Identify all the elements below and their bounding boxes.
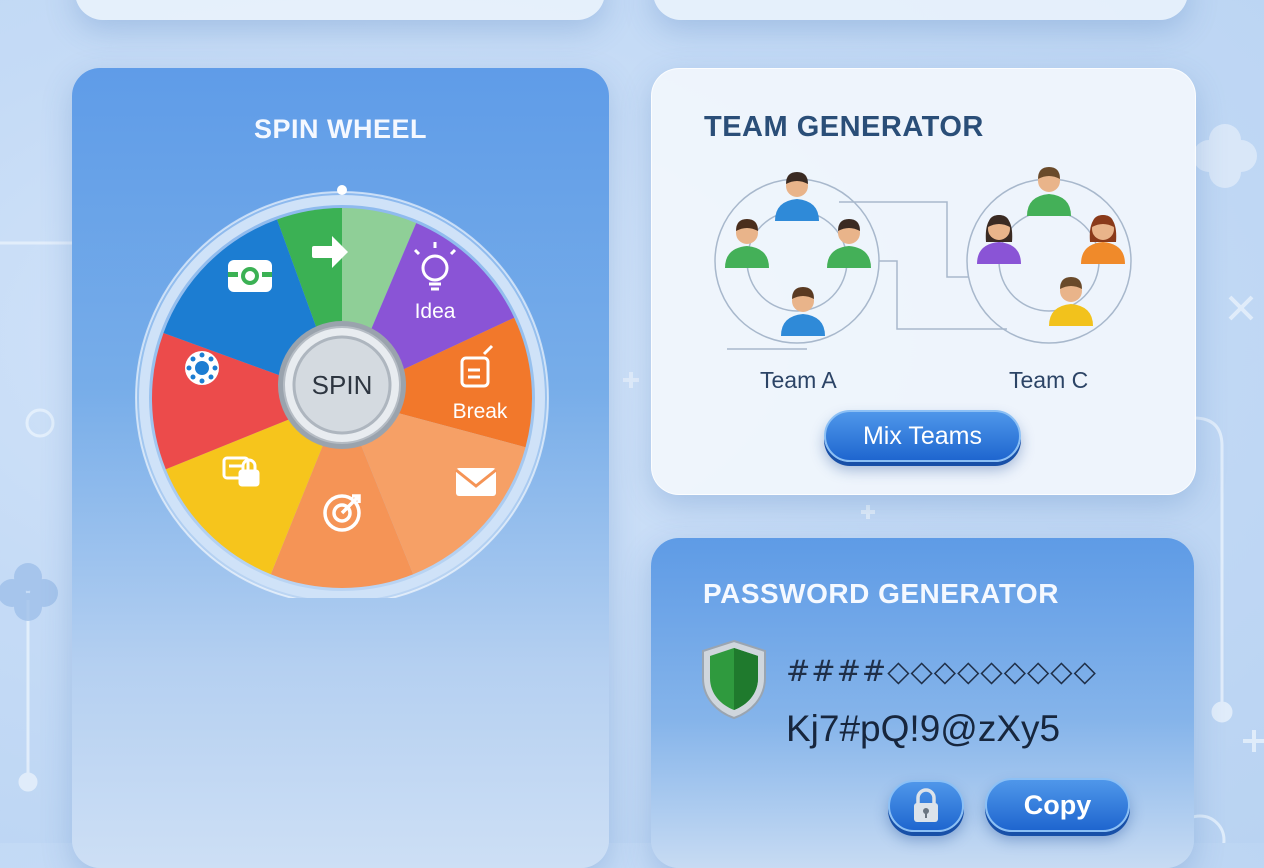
mix-teams-button[interactable]: Mix Teams bbox=[824, 410, 1021, 462]
envelope-icon bbox=[455, 468, 497, 496]
team-generator-card: TEAM GENERATOR Team A Team C Mix Teams bbox=[651, 68, 1196, 495]
person-avatar-icon bbox=[1049, 277, 1093, 326]
team-generator-title: TEAM GENERATOR bbox=[704, 111, 984, 143]
gear-dots-icon bbox=[185, 351, 219, 385]
team-diagram bbox=[714, 167, 1132, 350]
team-a-label: Team A bbox=[760, 367, 837, 393]
shield-icon bbox=[702, 639, 766, 720]
camera-icon bbox=[228, 260, 272, 292]
top-right-card-fragment bbox=[653, 0, 1188, 20]
spin-wheel-title: SPIN WHEEL bbox=[253, 114, 427, 144]
team-c-label: Team C bbox=[1009, 367, 1089, 393]
person-avatar-icon bbox=[1081, 215, 1125, 264]
top-left-card-fragment bbox=[75, 0, 605, 20]
password-generator-card: PASSWORD GENERATOR ####◇◇◇◇◇◇◇◇◇ Kj7#pQ!… bbox=[651, 538, 1194, 868]
segment-label-break: Break bbox=[453, 400, 508, 423]
password-output[interactable]: Kj7#pQ!9@zXy5 bbox=[786, 708, 1060, 750]
person-avatar-icon bbox=[775, 172, 819, 221]
copy-button[interactable]: Copy bbox=[985, 778, 1130, 832]
person-avatar-icon bbox=[725, 219, 769, 268]
wheel-pointer bbox=[337, 185, 347, 195]
person-avatar-icon bbox=[1027, 167, 1071, 216]
spin-wheel[interactable]: Idea Break SPIN bbox=[132, 178, 552, 598]
segment-label-idea: Idea bbox=[415, 300, 456, 323]
password-mask: ####◇◇◇◇◇◇◇◇◇ bbox=[786, 654, 1097, 688]
spin-wheel-card: SPIN WHEEL Idea Break SPIN bbox=[72, 68, 609, 868]
people-layer bbox=[725, 167, 1125, 336]
spin-button[interactable]: SPIN bbox=[278, 321, 406, 449]
password-generator-title: PASSWORD GENERATOR bbox=[703, 578, 1059, 609]
lock-button[interactable] bbox=[888, 780, 964, 832]
lock-icon bbox=[914, 788, 938, 822]
person-avatar-icon bbox=[977, 215, 1021, 264]
spin-button-label: SPIN bbox=[312, 370, 373, 400]
person-avatar-icon bbox=[781, 287, 825, 336]
